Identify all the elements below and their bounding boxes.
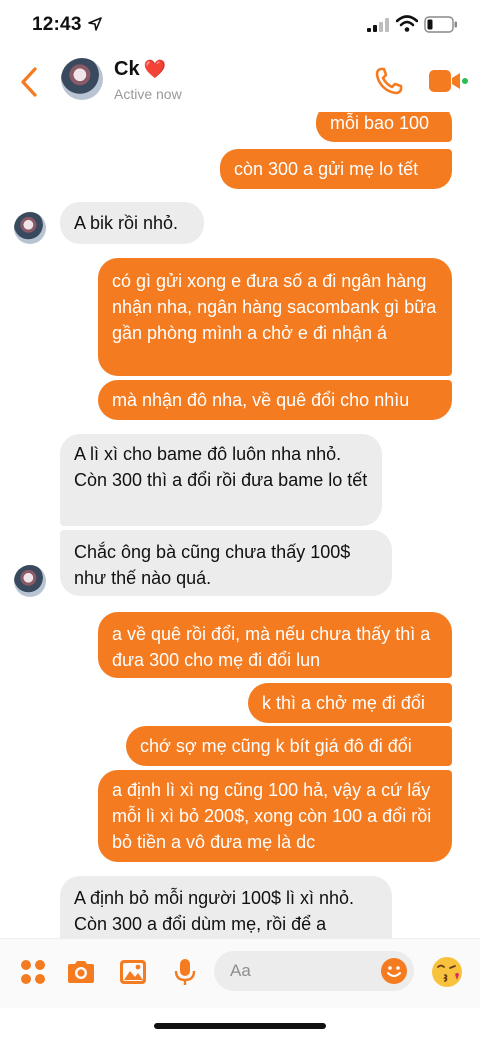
message-bubble-outgoing[interactable]: mà nhận đô nha, về quê đổi cho nhìu — [98, 380, 452, 420]
message-bubble-outgoing[interactable]: mỗi bao 100 — [316, 112, 452, 142]
cellular-signal-icon — [367, 18, 389, 32]
video-icon[interactable] — [428, 68, 468, 94]
message-bubble-outgoing[interactable]: k thì a chở mẹ đi đổi — [248, 683, 452, 723]
microphone-icon[interactable] — [170, 957, 200, 987]
battery-icon — [424, 16, 457, 33]
message-bubble-incoming[interactable]: A lì xì cho bame đô luôn nha nhỏ. Còn 30… — [60, 434, 382, 526]
message-bubble-outgoing[interactable]: chớ sợ mẹ cũng k bít giá đô đi đổi — [126, 726, 452, 766]
location-arrow-icon — [88, 17, 102, 31]
message-bubble-outgoing[interactable]: a về quê rồi đổi, mà nếu chưa thấy thì a… — [98, 612, 452, 678]
message-list[interactable]: mỗi bao 100 còn 300 a gửi mẹ lo tết A bi… — [0, 112, 480, 938]
message-bubble-incoming[interactable]: A bik rồi nhỏ. — [60, 202, 204, 244]
message-bubble-outgoing[interactable]: a định lì xì ng cũng 100 hả, vậy a cứ lấ… — [98, 770, 452, 862]
contact-avatar-small[interactable] — [14, 212, 46, 244]
chat-header: Ck ❤️ Active now — [0, 52, 480, 112]
emoji-icon[interactable] — [380, 957, 408, 985]
back-chevron-icon[interactable] — [18, 66, 40, 98]
camera-icon[interactable] — [66, 957, 96, 987]
contact-avatar-small[interactable] — [14, 565, 46, 597]
composer-bar: Aa — [0, 938, 480, 1008]
message-input-placeholder: Aa — [230, 961, 251, 980]
wifi-icon — [396, 15, 418, 32]
status-bar: 12:43 — [0, 0, 480, 52]
status-time: 12:43 — [32, 14, 82, 35]
kiss-emoji-icon[interactable] — [430, 955, 464, 989]
heart-emoji: ❤️ — [143, 59, 166, 79]
more-icon[interactable] — [18, 957, 48, 987]
phone-icon[interactable] — [374, 66, 404, 96]
gallery-icon[interactable] — [118, 957, 148, 987]
message-bubble-outgoing[interactable]: có gì gửi xong e đưa số a đi ngân hàng n… — [98, 258, 452, 376]
home-indicator — [154, 1023, 326, 1029]
contact-name[interactable]: Ck ❤️ — [114, 58, 166, 81]
active-status: Active now — [114, 86, 182, 102]
message-input[interactable]: Aa — [214, 951, 414, 991]
message-bubble-outgoing[interactable]: còn 300 a gửi mẹ lo tết — [220, 149, 452, 189]
message-bubble-incoming[interactable]: A định bỏ mỗi người 100$ lì xì nhỏ. Còn … — [60, 876, 392, 938]
message-bubble-incoming[interactable]: Chắc ông bà cũng chưa thấy 100$ như thế … — [60, 530, 392, 596]
contact-avatar[interactable] — [61, 58, 103, 100]
contact-name-text: Ck — [114, 58, 140, 80]
